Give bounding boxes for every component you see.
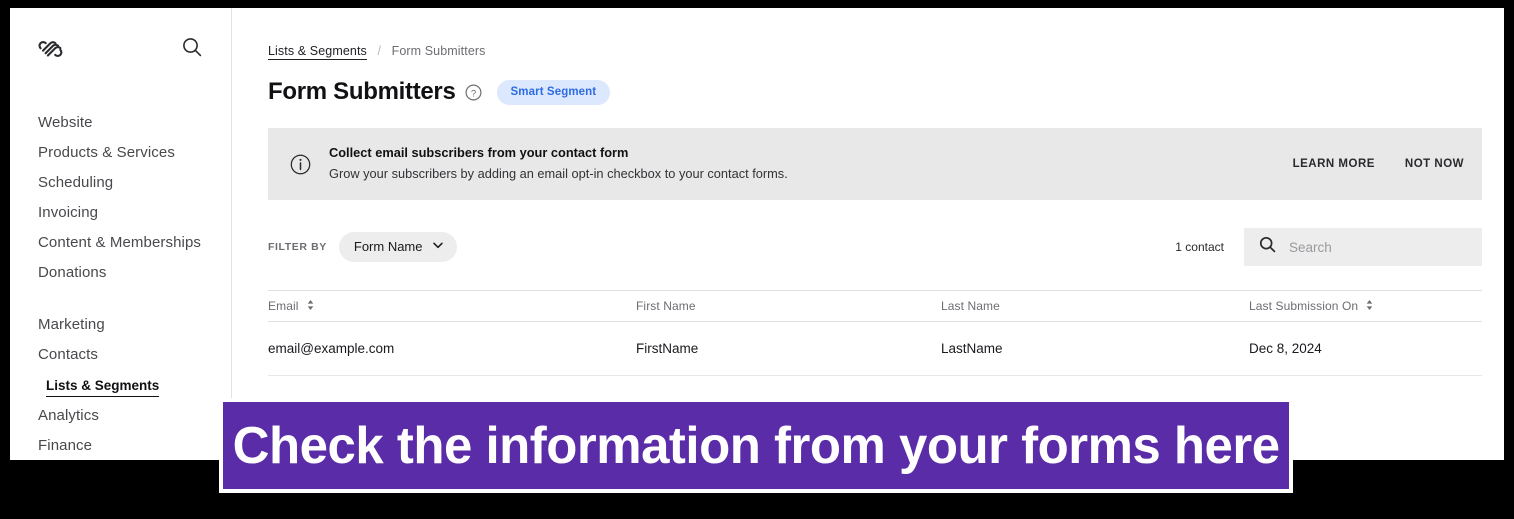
sidebar-item-label: Analytics [38, 407, 99, 424]
cell-email: email@example.com [268, 341, 395, 356]
sidebar-item-invoicing[interactable]: Invoicing [10, 198, 231, 228]
info-circle-icon [290, 154, 311, 175]
cell-last-submission-on: Dec 8, 2024 [1249, 341, 1322, 356]
filter-by-label: FILTER BY [268, 241, 327, 253]
search-input[interactable] [1289, 239, 1468, 255]
sidebar: Website Products & Services Scheduling I… [10, 8, 232, 460]
sidebar-item-finance[interactable]: Finance [10, 431, 231, 460]
table-header-row: Email First Name Last Name Last Submissi… [268, 290, 1482, 322]
sidebar-item-content-memberships[interactable]: Content & Memberships [10, 228, 231, 258]
sidebar-item-label: Finance [38, 437, 93, 454]
sidebar-item-donations[interactable]: Donations [10, 258, 231, 288]
sidebar-nav: Website Products & Services Scheduling I… [10, 108, 231, 460]
sidebar-item-scheduling[interactable]: Scheduling [10, 168, 231, 198]
sidebar-item-label: Website [38, 114, 93, 131]
sidebar-item-analytics[interactable]: Analytics [10, 401, 231, 431]
cell-last-name: LastName [941, 341, 1003, 356]
sidebar-item-label: Invoicing [38, 204, 99, 221]
page-title-row: Form Submitters ? Smart Segment [268, 78, 1482, 106]
column-header-email[interactable]: Email [268, 299, 636, 314]
filter-toolbar: FILTER BY Form Name 1 contact [268, 228, 1482, 266]
app-canvas: Website Products & Services Scheduling I… [10, 8, 1504, 460]
column-header-last-submission-on[interactable]: Last Submission On [1249, 299, 1482, 314]
sidebar-item-website[interactable]: Website [10, 108, 231, 138]
banner-text-block: Collect email subscribers from your cont… [329, 144, 1263, 183]
column-header-label: Email [268, 299, 299, 313]
contact-count: 1 contact [1175, 240, 1224, 254]
sidebar-item-marketing[interactable]: Marketing [10, 310, 231, 340]
sidebar-item-label: Lists & Segments [46, 378, 160, 397]
column-header-label: Last Name [941, 299, 1000, 313]
breadcrumb-separator: / [377, 44, 382, 58]
contacts-table: Email First Name Last Name Last Submissi… [268, 290, 1482, 376]
sort-icon [306, 299, 315, 314]
breadcrumb-current: Form Submitters [391, 44, 486, 58]
sidebar-item-label: Scheduling [38, 174, 114, 191]
sidebar-item-products-services[interactable]: Products & Services [10, 138, 231, 168]
table-row[interactable]: email@example.com FirstName LastName Dec… [268, 322, 1482, 376]
cell-first-name: FirstName [636, 341, 699, 356]
search-icon[interactable] [179, 34, 205, 60]
column-header-label: First Name [636, 299, 696, 313]
banner-actions: LEARN MORE NOT NOW [1263, 158, 1464, 170]
sidebar-header [10, 8, 231, 80]
sidebar-item-label: Content & Memberships [38, 234, 202, 251]
annotation-text: Check the information from your forms he… [232, 416, 1280, 475]
sidebar-item-lists-segments[interactable]: Lists & Segments [10, 370, 231, 401]
search-box[interactable] [1244, 228, 1482, 266]
filter-form-name-dropdown[interactable]: Form Name [338, 232, 457, 262]
column-header-last-name: Last Name [941, 299, 1249, 313]
svg-text:?: ? [470, 88, 475, 99]
sort-icon [1365, 299, 1374, 314]
annotation-overlay: Check the information from your forms he… [219, 398, 1293, 493]
chevron-down-icon [432, 239, 444, 254]
breadcrumb-parent-link[interactable]: Lists & Segments [268, 44, 367, 60]
filter-chip-label: Form Name [353, 239, 423, 254]
sidebar-item-label: Products & Services [38, 144, 175, 161]
sidebar-item-label: Contacts [38, 346, 98, 363]
column-header-label: Last Submission On [1249, 299, 1359, 313]
main-content: Lists & Segments / Form Submitters Form … [233, 8, 1504, 460]
squarespace-logo-icon[interactable] [38, 34, 68, 64]
search-icon [1258, 235, 1277, 259]
banner-title: Collect email subscribers from your cont… [329, 145, 629, 161]
breadcrumb: Lists & Segments / Form Submitters [268, 8, 1482, 60]
status-badge: Smart Segment [496, 79, 611, 105]
question-mark-circle-icon[interactable]: ? [465, 83, 482, 101]
promo-banner: Collect email subscribers from your cont… [268, 128, 1482, 200]
not-now-button[interactable]: NOT NOW [1405, 158, 1464, 170]
page-title: Form Submitters [268, 78, 456, 105]
screenshot-root: Website Products & Services Scheduling I… [0, 0, 1514, 519]
sidebar-item-label: Donations [38, 264, 107, 281]
sidebar-item-contacts[interactable]: Contacts [10, 340, 231, 370]
sidebar-item-label: Marketing [38, 316, 105, 333]
column-header-first-name: First Name [636, 299, 941, 313]
banner-subtitle: Grow your subscribers by adding an email… [329, 166, 788, 182]
learn-more-button[interactable]: LEARN MORE [1293, 158, 1375, 170]
